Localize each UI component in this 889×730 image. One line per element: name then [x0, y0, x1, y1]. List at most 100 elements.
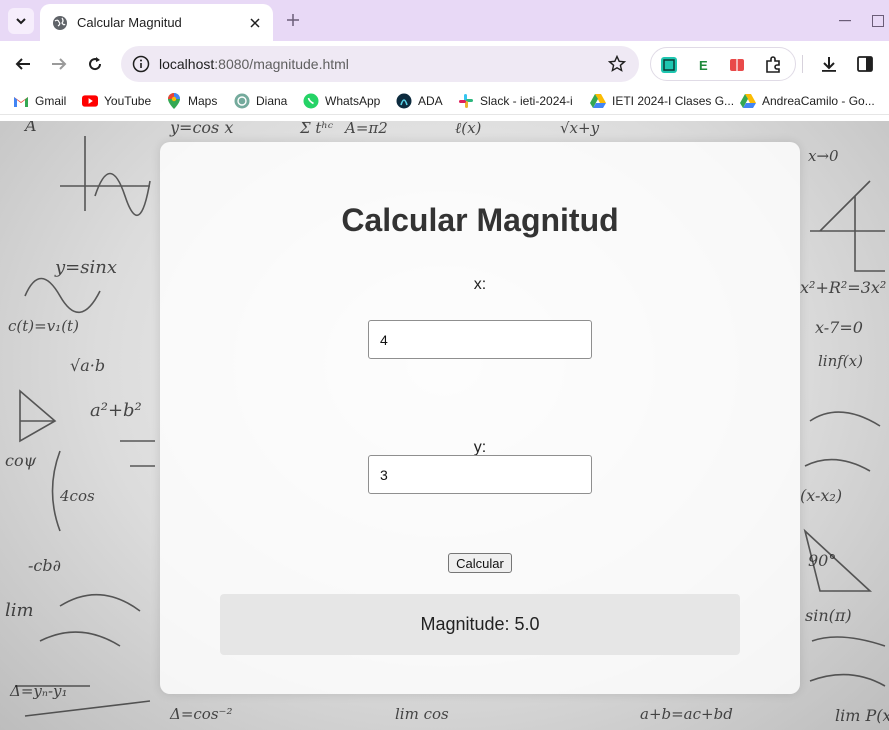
bookmark-label: YouTube: [104, 94, 152, 108]
calculator-card: Calcular Magnitud x: y: Calcular Magnitu…: [160, 142, 800, 694]
svg-text:a²+b²: a²+b²: [90, 400, 142, 421]
svg-text:√a·b: √a·b: [70, 356, 105, 375]
svg-text:coψ: coψ: [5, 451, 37, 470]
x-label: x:: [473, 276, 487, 293]
svg-text:x→0: x→0: [808, 147, 839, 165]
arrow-left-icon: [15, 58, 30, 70]
bookmark-andreacamilo[interactable]: AndreaCamilo - Go...: [740, 92, 875, 110]
bookmark-diana[interactable]: Diana: [234, 92, 287, 110]
bookmark-slack[interactable]: Slack - ieti-2024-i: [458, 92, 573, 110]
svg-text:(x-x₂): (x-x₂): [800, 486, 842, 505]
svg-text:Δ=cos⁻²: Δ=cos⁻²: [169, 705, 232, 723]
chatgpt-icon: [234, 93, 250, 109]
extensions-group: E: [650, 47, 796, 81]
svg-text:c(t)=v₁(t): c(t)=v₁(t): [8, 317, 79, 335]
bookmark-label: AndreaCamilo - Go...: [762, 94, 875, 108]
back-button[interactable]: [11, 52, 35, 76]
svg-text:y=sinx: y=sinx: [54, 257, 117, 278]
browser-toolbar: localhost:8080/magnitude.html E: [0, 41, 889, 87]
side-panel-button[interactable]: [853, 52, 877, 76]
maximize-window-button[interactable]: [872, 12, 889, 30]
bookmark-label: WhatsApp: [325, 94, 381, 108]
svg-text:x-7=0: x-7=0: [815, 318, 863, 337]
chevron-down-icon: [16, 18, 26, 25]
bookmark-label: Diana: [256, 94, 288, 108]
svg-text:E: E: [699, 58, 708, 73]
reload-icon: [89, 57, 102, 71]
bookmark-star-icon[interactable]: [607, 54, 627, 74]
reader-extension-icon[interactable]: [727, 55, 747, 75]
address-bar[interactable]: localhost:8080/magnitude.html: [121, 46, 639, 82]
toolbar-divider: [802, 55, 803, 73]
url-host: localhost: [159, 56, 215, 72]
url-text: localhost:8080/magnitude.html: [159, 56, 349, 72]
svg-text:A: A: [23, 121, 37, 135]
bookmark-label: Slack - ieti-2024-i: [480, 94, 573, 108]
site-info-icon[interactable]: [131, 54, 151, 74]
svg-text:y=cos x: y=cos x: [169, 121, 233, 137]
tab-strip: Calcular Magnitud: [0, 0, 889, 41]
evernote-extension-icon[interactable]: E: [693, 55, 713, 75]
page-title: Calcular Magnitud: [341, 202, 619, 238]
bookmark-label: ADA: [418, 94, 443, 108]
forward-button[interactable]: [47, 52, 71, 76]
new-tab-button[interactable]: [282, 9, 304, 31]
tab-search-button[interactable]: [8, 8, 34, 34]
bookmark-maps[interactable]: Maps: [166, 92, 217, 110]
svg-text:lim P(x): lim P(x): [835, 706, 889, 725]
svg-text:-cb∂: -cb∂: [28, 556, 61, 575]
calculate-button[interactable]: Calcular: [448, 553, 512, 573]
screen-reader-extension-icon[interactable]: [659, 55, 679, 75]
close-tab-icon[interactable]: [247, 15, 263, 31]
maximize-icon: [872, 15, 884, 27]
gmail-icon: [13, 93, 29, 109]
bookmark-gmail[interactable]: Gmail: [13, 92, 66, 110]
svg-text:ℓ(x): ℓ(x): [455, 121, 482, 137]
svg-text:sin(π): sin(π): [805, 606, 852, 625]
extensions-puzzle-icon[interactable]: [763, 55, 783, 75]
result-box: Magnitude: 5.0: [220, 594, 740, 655]
reload-button[interactable]: [83, 52, 107, 76]
svg-text:90°: 90°: [808, 551, 836, 570]
page-viewport: A y=sinx c(t)=v₁(t) √a·b a²+b² coψ 4cos …: [0, 121, 889, 730]
ada-icon: [396, 93, 412, 109]
google-drive-icon: [590, 93, 606, 109]
svg-text:linf(x): linf(x): [818, 352, 863, 370]
google-drive-icon: [740, 93, 756, 109]
bookmark-youtube[interactable]: YouTube: [82, 92, 151, 110]
bookmark-label: Maps: [188, 94, 218, 108]
result-text: Magnitude: 5.0: [420, 614, 540, 634]
bookmark-label: Gmail: [35, 94, 67, 108]
youtube-icon: [82, 93, 98, 109]
x-input[interactable]: [368, 320, 592, 359]
maps-icon: [166, 93, 182, 109]
whatsapp-icon: [303, 93, 319, 109]
bookmark-ieti-clases[interactable]: IETI 2024-I Clases G...: [590, 92, 734, 110]
svg-text:Σ tʰᶜ: Σ tʰᶜ: [299, 121, 333, 137]
svg-text:lim cos: lim cos: [395, 705, 449, 723]
bookmark-whatsapp[interactable]: WhatsApp: [303, 92, 380, 110]
globe-icon: [52, 15, 68, 31]
svg-text:a+b=ac+bd: a+b=ac+bd: [640, 705, 733, 723]
url-path: :8080/magnitude.html: [214, 56, 349, 72]
svg-text:lim: lim: [5, 600, 34, 621]
bookmarks-bar: Gmail YouTube Maps Diana WhatsApp ADA Sl…: [0, 87, 889, 115]
svg-text:4cos: 4cos: [59, 487, 95, 505]
active-tab[interactable]: Calcular Magnitud: [40, 4, 273, 41]
download-icon: [822, 57, 836, 72]
svg-text:A=π2: A=π2: [343, 121, 388, 137]
slack-icon: [458, 93, 474, 109]
bookmark-label: IETI 2024-I Clases G...: [612, 94, 735, 108]
plus-icon: [287, 14, 299, 26]
tab-title: Calcular Magnitud: [77, 15, 182, 30]
svg-text:√x+y: √x+y: [560, 121, 600, 137]
minimize-window-button[interactable]: [835, 12, 855, 30]
svg-text:x²+R²=3x²: x²+R²=3x²: [800, 278, 886, 297]
side-panel-icon: [857, 56, 873, 72]
arrow-right-icon: [52, 58, 67, 70]
svg-text:Δ=yₙ-y₁: Δ=yₙ-y₁: [9, 682, 68, 700]
y-input[interactable]: [368, 455, 592, 494]
bookmark-ada[interactable]: ADA: [396, 92, 443, 110]
downloads-button[interactable]: [817, 52, 841, 76]
minimize-icon: [839, 20, 851, 22]
